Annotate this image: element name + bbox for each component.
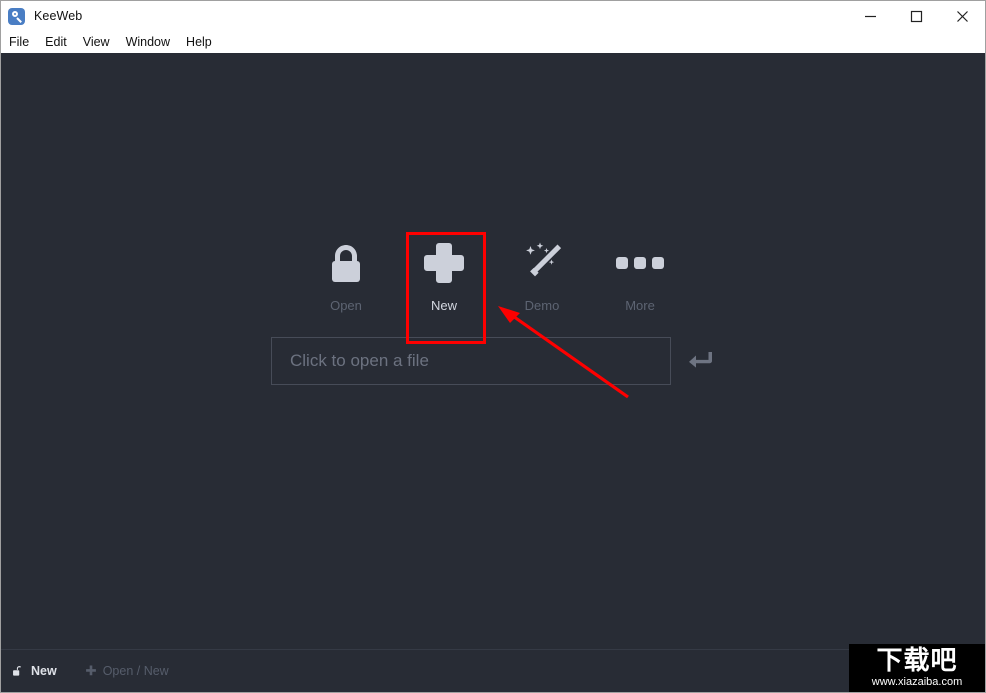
maximize-button[interactable] bbox=[893, 1, 939, 31]
title-bar: KeeWeb bbox=[1, 1, 985, 31]
menu-item-edit[interactable]: Edit bbox=[45, 33, 75, 51]
close-icon bbox=[956, 10, 969, 23]
window-title: KeeWeb bbox=[34, 9, 83, 23]
maximize-icon bbox=[910, 10, 923, 23]
watermark: 下载吧 www.xiazaiba.com bbox=[849, 644, 985, 692]
watermark-title: 下载吧 bbox=[876, 646, 958, 676]
footer-item-open-new-label: Open / New bbox=[102, 664, 169, 678]
menu-item-window[interactable]: Window bbox=[126, 33, 178, 51]
more-button-label: More bbox=[625, 298, 655, 313]
plus-icon bbox=[85, 665, 97, 677]
open-actions-row: Open New Demo More bbox=[1, 221, 985, 317]
keeweb-key-icon bbox=[8, 7, 25, 25]
minimize-button[interactable] bbox=[847, 1, 893, 31]
ellipsis-icon bbox=[616, 239, 664, 287]
demo-button[interactable]: Demo bbox=[501, 221, 583, 317]
more-button[interactable]: More bbox=[599, 221, 681, 317]
menu-item-view[interactable]: View bbox=[83, 33, 118, 51]
open-button-label: Open bbox=[330, 298, 362, 313]
menu-item-help[interactable]: Help bbox=[186, 33, 220, 51]
keeweb-window: KeeWeb File Edit View Window Help Open N… bbox=[0, 0, 986, 693]
enter-return-icon[interactable] bbox=[687, 347, 715, 375]
file-path-input[interactable] bbox=[271, 337, 671, 385]
footer-item-new[interactable]: New bbox=[12, 664, 57, 678]
plus-icon bbox=[422, 239, 466, 287]
footer-bar: New Open / New ? bbox=[1, 649, 985, 692]
magic-wand-icon bbox=[519, 239, 565, 287]
open-button[interactable]: Open bbox=[305, 221, 387, 317]
title-bar-left: KeeWeb bbox=[1, 1, 847, 31]
watermark-url: www.xiazaiba.com bbox=[871, 676, 963, 688]
demo-button-label: Demo bbox=[524, 298, 560, 313]
new-button[interactable]: New bbox=[403, 221, 485, 317]
lock-closed-icon bbox=[328, 239, 364, 287]
unlock-icon bbox=[12, 665, 25, 678]
intro-panel: Open New Demo More Click to open a file bbox=[1, 221, 985, 385]
menu-item-file[interactable]: File bbox=[9, 33, 37, 51]
new-button-label: New bbox=[430, 298, 457, 313]
footer-item-new-label: New bbox=[31, 664, 57, 678]
main-content: Open New Demo More Click to open a file bbox=[1, 53, 985, 649]
minimize-icon bbox=[864, 10, 877, 23]
footer-item-open-new[interactable]: Open / New bbox=[85, 664, 169, 678]
window-controls bbox=[847, 1, 985, 31]
close-button[interactable] bbox=[939, 1, 985, 31]
menu-bar: File Edit View Window Help bbox=[1, 31, 985, 53]
file-open-row bbox=[1, 337, 985, 385]
